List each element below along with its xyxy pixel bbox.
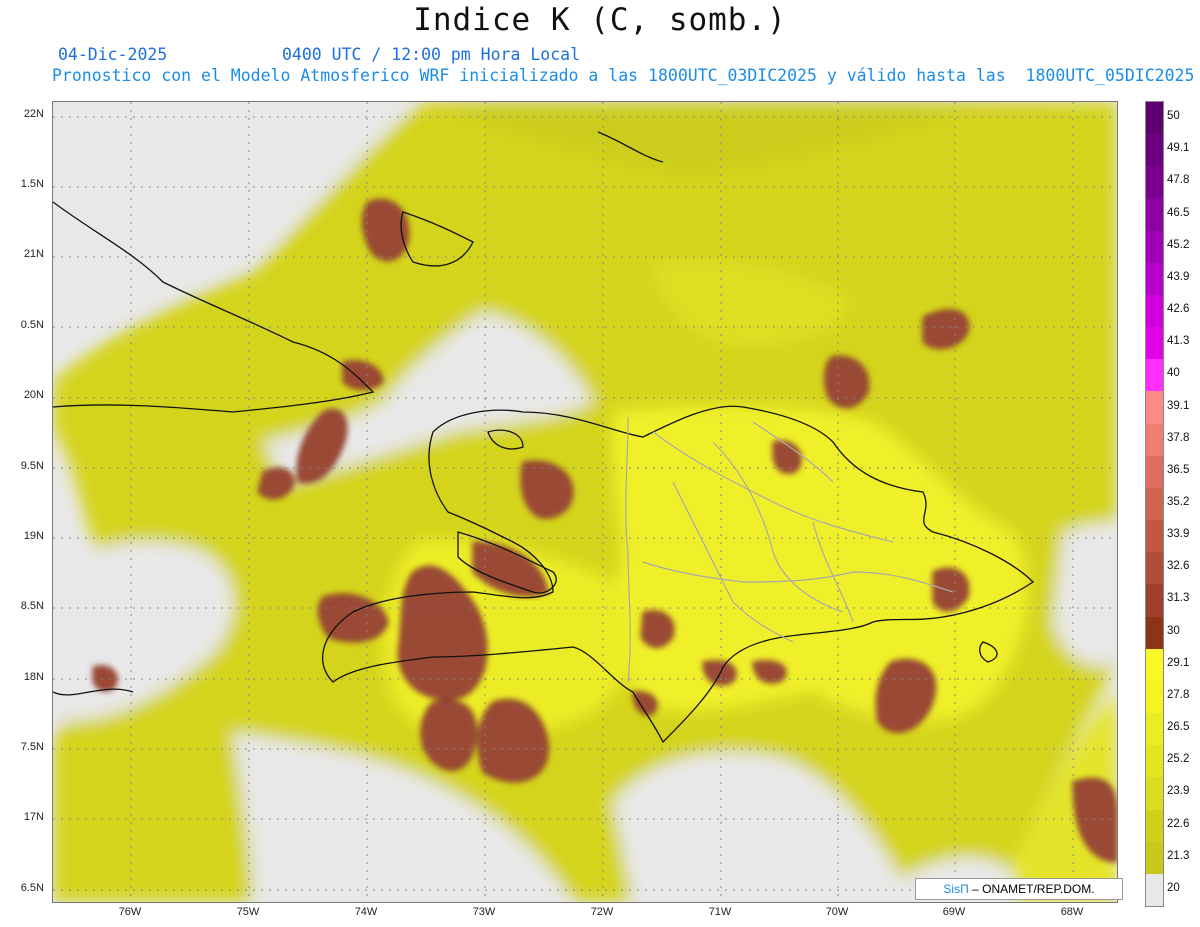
colorbar-label: 43.9 (1167, 270, 1190, 283)
colorbar-segment (1146, 327, 1163, 360)
colorbar-segment (1146, 680, 1163, 714)
colorbar-segment (1146, 166, 1163, 199)
colorbar-segment (1146, 809, 1163, 843)
credit-box: SisΠ – ONAMET/REP.DOM. (915, 878, 1123, 900)
colorbar-segment (1146, 455, 1163, 489)
colorbar-segment (1146, 102, 1163, 135)
colorbar-segment (1146, 873, 1163, 907)
lon-label: 68W (1060, 906, 1084, 918)
colorbar-segment (1146, 198, 1163, 232)
colorbar-segment (1146, 359, 1163, 392)
forecast-map (52, 101, 1118, 903)
lon-label: 74W (354, 906, 378, 918)
colorbar (1145, 101, 1164, 907)
colorbar-segment (1146, 520, 1163, 553)
colorbar-label: 47.8 (1167, 174, 1190, 187)
colorbar-segment (1146, 423, 1163, 457)
lat-label: 7.5N (20, 741, 44, 753)
lon-label: 71W (708, 906, 732, 918)
colorbar-segment (1146, 230, 1163, 264)
lon-label: 69W (942, 906, 966, 918)
colorbar-label: 35.2 (1167, 496, 1190, 508)
colorbar-segment (1146, 745, 1163, 778)
colorbar-label: 46.5 (1167, 206, 1190, 219)
credit-text: – ONAMET/REP.DOM. (972, 882, 1095, 896)
colorbar-label: 30 (1167, 624, 1180, 637)
colorbar-label: 39.1 (1167, 399, 1190, 412)
forecast-date: 04-Dic-2025 (58, 45, 168, 64)
colorbar-label: 22.6 (1167, 817, 1190, 830)
colorbar-segment (1146, 262, 1163, 296)
colorbar-label: 26.5 (1167, 721, 1190, 734)
colorbar-segment (1146, 552, 1163, 585)
lat-label: 8.5N (20, 600, 44, 612)
lat-label: 6.5N (20, 882, 44, 894)
colorbar-label: 21.3 (1167, 849, 1190, 862)
colorbar-segment (1146, 391, 1163, 425)
colorbar-segment (1146, 841, 1163, 875)
colorbar-label: 29.1 (1167, 656, 1190, 669)
colorbar-label: 42.6 (1167, 303, 1190, 316)
lat-label: 1.5N (20, 178, 44, 190)
colorbar-segment (1146, 777, 1163, 811)
lon-label: 73W (472, 906, 496, 918)
colorbar-label: 40 (1167, 367, 1180, 380)
colorbar-label: 36.5 (1167, 463, 1190, 476)
colorbar-label: 31.3 (1167, 592, 1190, 605)
colorbar-label: 45.2 (1167, 238, 1190, 251)
lat-label: 21N (23, 248, 44, 260)
colorbar-segment (1146, 294, 1163, 328)
lon-label: 72W (590, 906, 614, 918)
colorbar-segment (1146, 616, 1163, 650)
lat-label: 17N (23, 811, 44, 823)
k-index-field (53, 102, 1117, 902)
lat-label: 22N (23, 108, 44, 120)
map-title: Indice K (C, somb.) (413, 2, 787, 38)
colorbar-segment (1146, 487, 1163, 521)
colorbar-label: 27.8 (1167, 688, 1190, 701)
colorbar-label: 20 (1167, 881, 1180, 894)
lon-label: 75W (236, 906, 260, 918)
colorbar-label: 41.3 (1167, 335, 1190, 348)
colorbar-label: 50 (1167, 110, 1180, 123)
colorbar-label: 32.6 (1167, 560, 1190, 573)
colorbar-label: 49.1 (1167, 142, 1190, 155)
lat-label: 9.5N (20, 460, 44, 472)
colorbar-segment (1146, 134, 1163, 167)
map-canvas (53, 102, 1117, 902)
lon-label: 70W (825, 906, 849, 918)
colorbar-segment (1146, 713, 1163, 746)
lat-label: 20N (23, 389, 44, 401)
sis-logo-text: SisΠ (943, 882, 969, 896)
colorbar-label: 23.9 (1167, 785, 1190, 798)
colorbar-label: 37.8 (1167, 431, 1190, 444)
colorbar-label: 25.2 (1167, 753, 1190, 766)
lat-label: 19N (23, 530, 44, 542)
lon-label: 76W (118, 906, 142, 918)
lat-label: 18N (23, 671, 44, 683)
colorbar-label: 33.9 (1167, 528, 1190, 541)
colorbar-segment (1146, 584, 1163, 618)
forecast-time: 0400 UTC / 12:00 pm Hora Local (282, 45, 581, 64)
colorbar-segment (1146, 648, 1163, 682)
model-description: Pronostico con el Modelo Atmosferico WRF… (52, 66, 1195, 85)
lat-label: 0.5N (20, 319, 44, 331)
